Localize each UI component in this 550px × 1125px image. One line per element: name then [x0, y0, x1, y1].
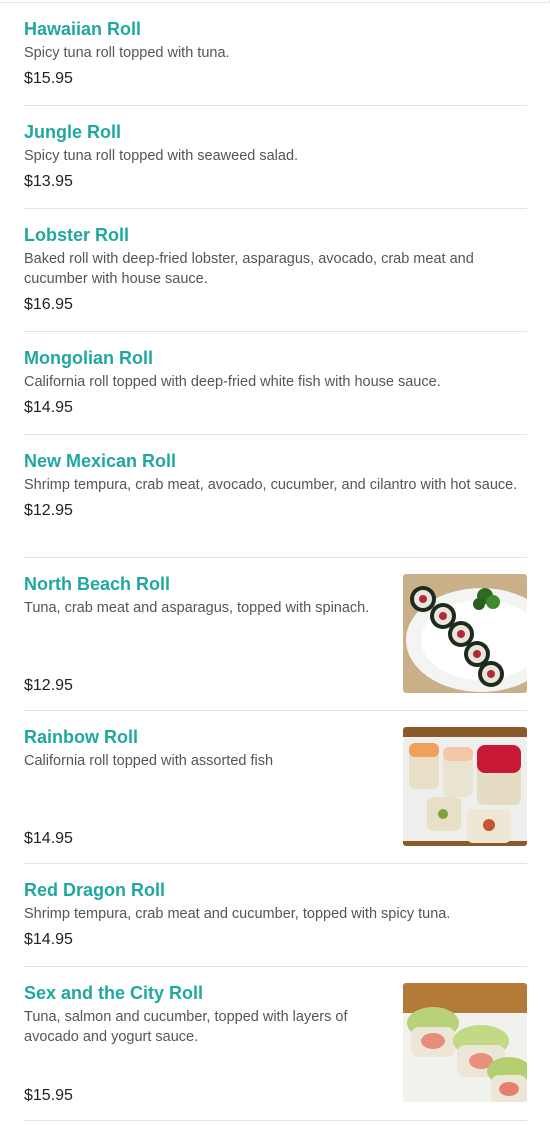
menu-item-info: Hawaiian Roll Spicy tuna roll topped wit…	[24, 3, 230, 105]
menu-item[interactable]: Red Dragon Roll Shrimp tempura, crab mea…	[24, 864, 527, 967]
menu-item-price: $15.95	[24, 1087, 73, 1104]
menu-item-name[interactable]: Red Dragon Roll	[24, 879, 450, 901]
menu-item-name[interactable]: Jungle Roll	[24, 121, 298, 143]
menu-item-price: $13.95	[24, 173, 73, 190]
menu-item-price: $12.95	[24, 677, 73, 694]
menu-item[interactable]: Sex and the City Roll Tuna, salmon and c…	[24, 967, 527, 1121]
menu-page: Hawaiian Roll Spicy tuna roll topped wit…	[0, 0, 550, 1125]
menu-item-description: Baked roll with deep-fried lobster, aspa…	[24, 251, 474, 287]
menu-item-info: Sex and the City Roll Tuna, salmon and c…	[24, 967, 403, 1120]
menu-item[interactable]: New Mexican Roll Shrimp tempura, crab me…	[24, 435, 527, 558]
menu-item-name[interactable]: Rainbow Roll	[24, 726, 273, 748]
menu-item-price: $14.95	[24, 830, 73, 847]
menu-item-info: Rainbow Roll California roll topped with…	[24, 711, 291, 863]
north-beach-roll-image	[403, 574, 527, 693]
sushi-photo[interactable]	[403, 983, 527, 1102]
rainbow-roll-image	[403, 727, 527, 846]
menu-item[interactable]: Mongolian Roll California roll topped wi…	[24, 332, 527, 435]
menu-item-description: California roll topped with deep-fried w…	[24, 374, 441, 390]
menu-item-name[interactable]: Hawaiian Roll	[24, 18, 230, 40]
menu-item[interactable]: Hawaiian Roll Spicy tuna roll topped wit…	[24, 3, 527, 106]
menu-item-info: New Mexican Roll Shrimp tempura, crab me…	[24, 435, 517, 557]
menu-item[interactable]: North Beach Roll Tuna, crab meat and asp…	[24, 558, 527, 711]
menu-item-description: Shrimp tempura, crab meat and cucumber, …	[24, 906, 451, 922]
menu-item-description: California roll topped with assorted fis…	[24, 753, 274, 769]
menu-item-description: Tuna, salmon and cucumber, topped with l…	[24, 1009, 348, 1045]
menu-item-description: Tuna, crab meat and asparagus, topped wi…	[24, 600, 370, 616]
menu-item-price: $16.95	[24, 296, 73, 313]
menu-item-name[interactable]: North Beach Roll	[24, 573, 369, 595]
menu-item[interactable]: Rainbow Roll California roll topped with…	[24, 711, 527, 864]
menu-item-name[interactable]: Sex and the City Roll	[24, 982, 385, 1004]
menu-item-description: Spicy tuna roll topped with tuna.	[24, 45, 230, 61]
menu-item-price: $14.95	[24, 399, 73, 416]
menu-item-info: North Beach Roll Tuna, crab meat and asp…	[24, 558, 387, 710]
sushi-photo[interactable]	[403, 574, 527, 693]
menu-item-info: Mongolian Roll California roll topped wi…	[24, 332, 441, 434]
menu-item-description: Shrimp tempura, crab meat, avocado, cucu…	[24, 477, 518, 493]
menu-item-description: Spicy tuna roll topped with seaweed sala…	[24, 148, 299, 164]
menu-item-info: Lobster Roll Baked roll with deep-fried …	[24, 209, 527, 331]
menu-item-name[interactable]: Mongolian Roll	[24, 347, 441, 369]
menu-item-info: Red Dragon Roll Shrimp tempura, crab mea…	[24, 864, 450, 966]
menu-item-price: $14.95	[24, 931, 73, 948]
menu-item-info: Jungle Roll Spicy tuna roll topped with …	[24, 106, 298, 208]
menu-item[interactable]: Lobster Roll Baked roll with deep-fried …	[24, 209, 527, 332]
menu-item-name[interactable]: New Mexican Roll	[24, 450, 517, 472]
menu-item-price: $12.95	[24, 502, 73, 519]
sushi-photo[interactable]	[403, 727, 527, 846]
menu-item-price: $15.95	[24, 70, 73, 87]
sex-and-the-city-roll-image	[403, 983, 527, 1102]
menu-item[interactable]: Jungle Roll Spicy tuna roll topped with …	[24, 106, 527, 209]
menu-item-name[interactable]: Lobster Roll	[24, 224, 527, 246]
